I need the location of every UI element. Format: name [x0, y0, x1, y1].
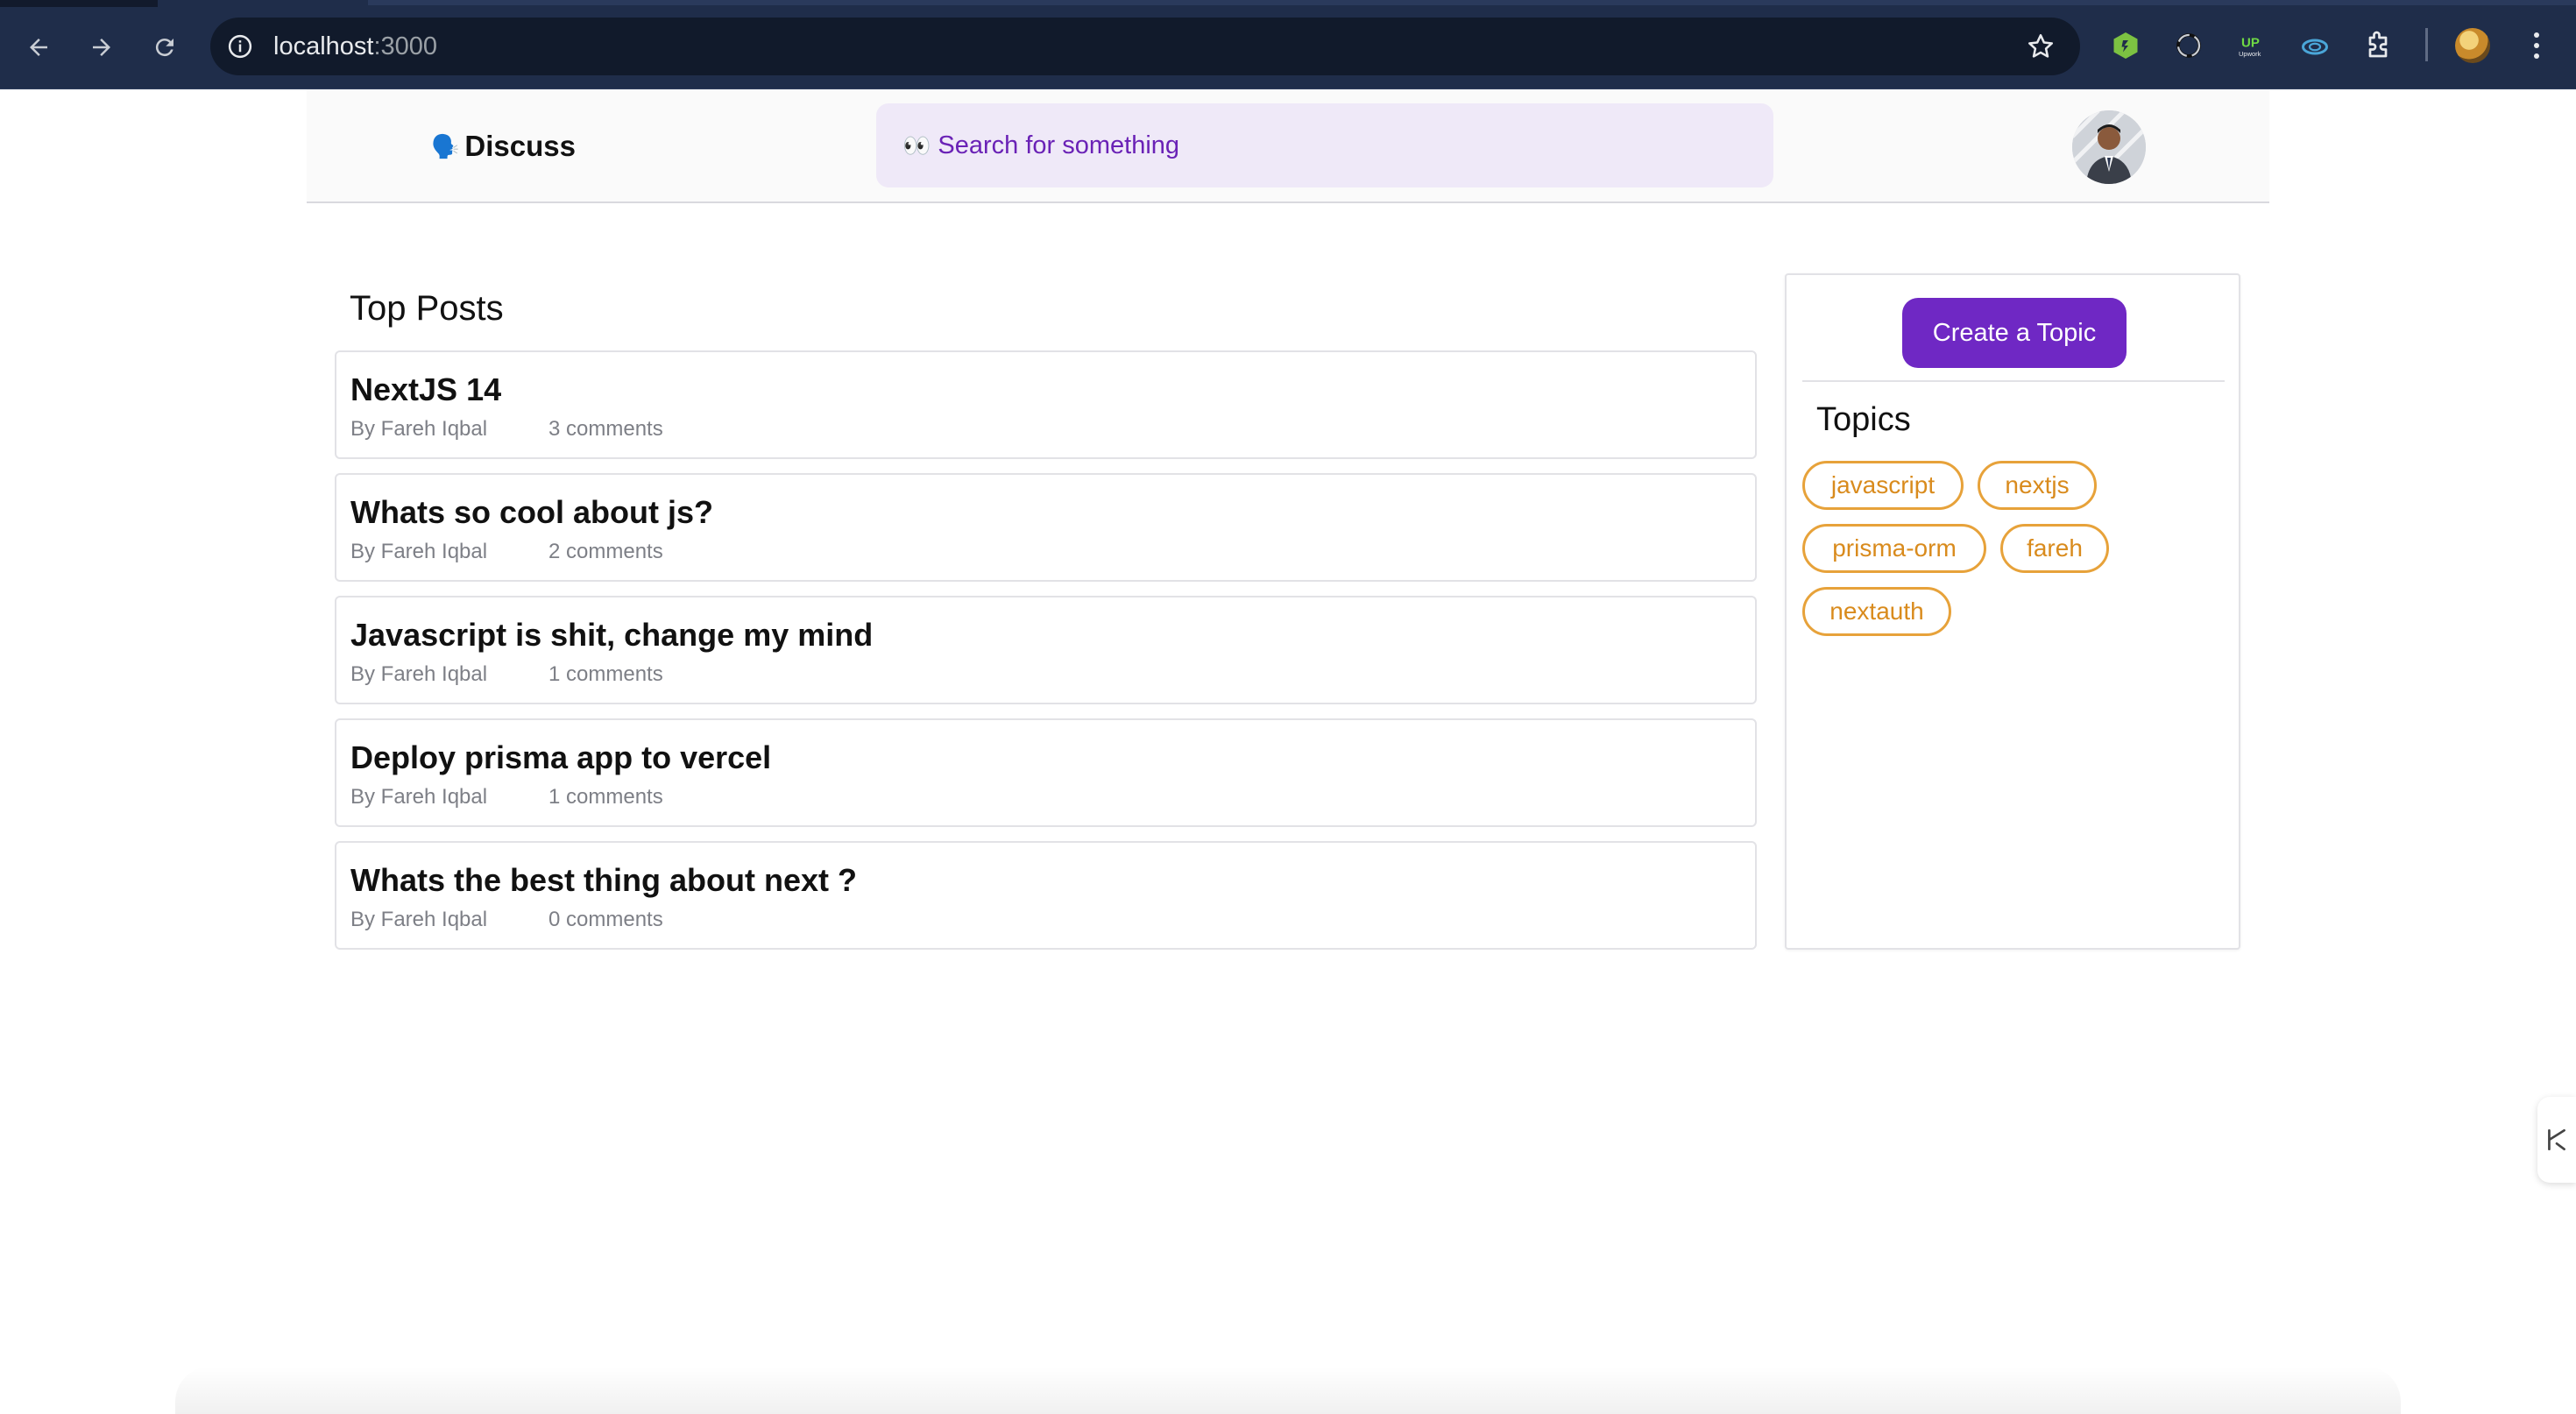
url-port: :3000: [373, 32, 438, 60]
extension-cloud-icon[interactable]: [2296, 26, 2334, 65]
post-comment-count: 1 comments: [548, 662, 663, 686]
search-placeholder: Search for something: [938, 131, 1180, 159]
info-icon[interactable]: [226, 32, 254, 60]
post-author: By Fareh Iqbal: [350, 540, 488, 563]
create-topic-button[interactable]: Create a Topic: [1902, 298, 2127, 368]
url-host: localhost: [273, 32, 374, 60]
post-author: By Fareh Iqbal: [350, 785, 488, 809]
star-icon[interactable]: [2026, 32, 2056, 61]
brand-link[interactable]: 🗣️ Discuss: [431, 130, 576, 163]
eyes-icon: 👀: [902, 131, 931, 159]
avatar[interactable]: [2072, 110, 2146, 184]
browser-profile-avatar[interactable]: [2455, 28, 2490, 63]
arrow-right-icon: [93, 39, 110, 56]
app-header: 🗣️ Discuss 👀 Search for something: [307, 89, 2269, 203]
post-comment-count: 0 comments: [548, 908, 663, 931]
post-title[interactable]: Javascript is shit, change my mind: [350, 617, 873, 654]
topic-chip[interactable]: prisma-orm: [1802, 524, 1986, 573]
page-title: Top Posts: [350, 289, 504, 328]
post-author: By Fareh Iqbal: [350, 417, 488, 441]
reload-button[interactable]: [142, 25, 188, 70]
brand-label: Discuss: [464, 130, 576, 162]
kebab-menu-icon[interactable]: [2523, 26, 2550, 65]
user-avatar-image: [2072, 110, 2146, 184]
back-button[interactable]: [16, 25, 61, 70]
topics-sidebar: Create a Topic Topics javascript nextjs …: [1785, 273, 2240, 950]
post-title[interactable]: NextJS 14: [350, 371, 501, 408]
divider: [1802, 380, 2225, 382]
post-card[interactable]: Javascript is shit, change my mind By Fa…: [335, 596, 1757, 704]
floating-side-widget[interactable]: [2537, 1097, 2576, 1183]
toolbar-separator: [2425, 28, 2428, 61]
widget-icon: [2548, 1128, 2565, 1151]
tab-strip: [0, 0, 158, 7]
post-title[interactable]: Whats the best thing about next ?: [350, 862, 857, 899]
post-title[interactable]: Deploy prisma app to vercel: [350, 739, 771, 776]
extension-sync-icon[interactable]: [2169, 26, 2208, 65]
post-author: By Fareh Iqbal: [350, 662, 488, 686]
topic-chip[interactable]: nextjs: [1978, 461, 2097, 510]
post-author: By Fareh Iqbal: [350, 908, 488, 931]
topic-chip[interactable]: fareh: [2000, 524, 2109, 573]
post-title[interactable]: Whats so cool about js?: [350, 494, 713, 531]
extension-upwork-icon[interactable]: UP Upwork: [2233, 26, 2271, 65]
arrow-left-icon: [30, 39, 47, 56]
page-bottom-shadow: [175, 1367, 2401, 1414]
forward-button[interactable]: [79, 25, 124, 70]
speaking-head-icon: 🗣️: [431, 132, 460, 159]
puzzle-icon[interactable]: [2359, 26, 2397, 65]
topic-chip[interactable]: nextauth: [1802, 587, 1951, 636]
address-bar[interactable]: localhost:3000: [210, 18, 2080, 75]
reload-icon: [155, 39, 173, 57]
post-card[interactable]: Whats the best thing about next ? By Far…: [335, 841, 1757, 950]
url-text[interactable]: localhost:3000: [273, 32, 437, 61]
extension-shield-icon[interactable]: [2106, 26, 2145, 65]
svg-text:Upwork: Upwork: [2239, 50, 2261, 58]
browser-toolbar: localhost:3000 UP Upwork: [0, 0, 2576, 89]
svg-text:UP: UP: [2241, 36, 2260, 51]
topics-heading: Topics: [1816, 401, 1911, 438]
search-input[interactable]: 👀 Search for something: [876, 103, 1773, 187]
post-comment-count: 2 comments: [548, 540, 663, 563]
tab-strip-rest: [368, 0, 2576, 5]
post-comment-count: 1 comments: [548, 785, 663, 809]
post-comment-count: 3 comments: [548, 417, 663, 441]
topic-chip[interactable]: javascript: [1802, 461, 1964, 510]
post-card[interactable]: NextJS 14 By Fareh Iqbal 3 comments: [335, 350, 1757, 459]
post-card[interactable]: Whats so cool about js? By Fareh Iqbal 2…: [335, 473, 1757, 582]
post-card[interactable]: Deploy prisma app to vercel By Fareh Iqb…: [335, 718, 1757, 827]
